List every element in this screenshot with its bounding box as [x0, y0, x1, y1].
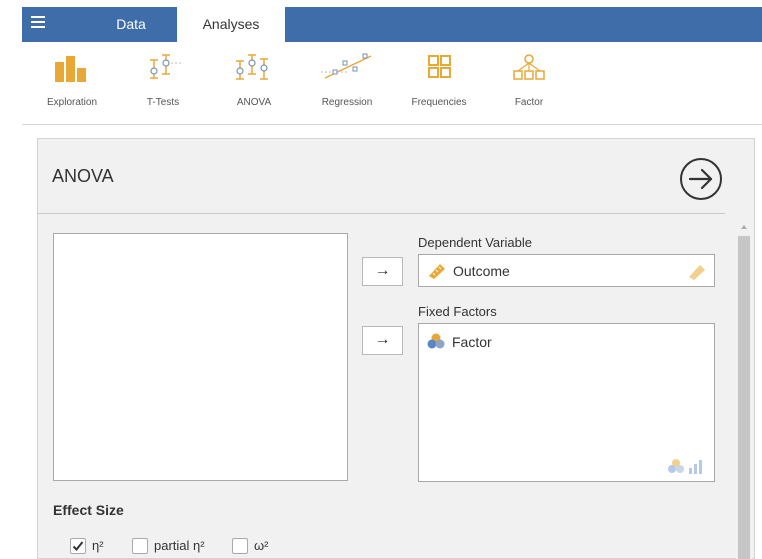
ribbon-item-label: Exploration [46, 97, 98, 108]
dependent-variable-field[interactable]: Outcome [418, 254, 715, 287]
available-variables-list[interactable] [53, 233, 348, 481]
fixed-factors-field[interactable]: Factor [418, 323, 715, 482]
ribbon-anova-button[interactable]: ANOVA [224, 48, 284, 118]
effect-size-heading: Effect Size [53, 502, 124, 518]
fixed-factors-label: Fixed Factors [418, 304, 497, 319]
nominal-variable-icon [427, 333, 445, 349]
omega-squared-label[interactable]: ω² [254, 538, 268, 553]
ribbon-factor-button[interactable]: Factor [498, 48, 560, 118]
run-arrow-icon[interactable] [678, 156, 724, 202]
scrollbar-thumb[interactable] [738, 236, 750, 559]
tab-analyses[interactable]: Analyses [177, 7, 285, 42]
ribbon-item-label: ANOVA [236, 97, 272, 108]
ribbon-frequencies-button[interactable]: Frequencies [402, 48, 476, 118]
menu-icon[interactable] [29, 13, 51, 33]
move-to-dependent-button[interactable]: → [362, 257, 403, 286]
ribbon-t-tests-button[interactable]: T-Tests [133, 48, 193, 118]
continuous-type-hint-icon [689, 265, 705, 280]
panel-divider [37, 213, 725, 214]
ribbon-item-label: Regression [321, 97, 373, 108]
partial-eta-squared-label[interactable]: partial η² [154, 538, 205, 553]
omega-squared-checkbox[interactable] [232, 538, 248, 554]
regression-icon [321, 53, 372, 79]
eta-squared-checkbox[interactable] [70, 538, 86, 554]
tab-data[interactable]: Data [102, 7, 160, 42]
page-title: ANOVA [52, 166, 114, 186]
checkmark-icon [72, 541, 84, 551]
fixed-factor-value: Factor [452, 334, 492, 350]
move-to-fixed-factors-button[interactable]: → [362, 326, 403, 355]
continuous-variable-icon [429, 264, 445, 279]
frequencies-icon [428, 55, 451, 78]
dependent-variable-label: Dependent Variable [418, 235, 532, 250]
nominal-ordinal-hint-icon [668, 459, 702, 474]
ribbon-regression-button[interactable]: Regression [312, 48, 382, 118]
dependent-variable-value: Outcome [453, 263, 510, 279]
exploration-icon [55, 56, 86, 82]
ribbon-item-label: Frequencies [411, 97, 467, 108]
scroll-up-icon[interactable] [736, 220, 752, 232]
ribbon-exploration-button[interactable]: Exploration [36, 48, 108, 118]
eta-squared-label[interactable]: η² [92, 538, 104, 553]
factor-icon [513, 54, 545, 80]
partial-eta-squared-checkbox[interactable] [132, 538, 148, 554]
ribbon-item-label: Factor [514, 97, 544, 108]
anova-icon [236, 54, 268, 80]
t-tests-icon [150, 54, 181, 79]
ribbon-item-label: T-Tests [146, 97, 180, 108]
